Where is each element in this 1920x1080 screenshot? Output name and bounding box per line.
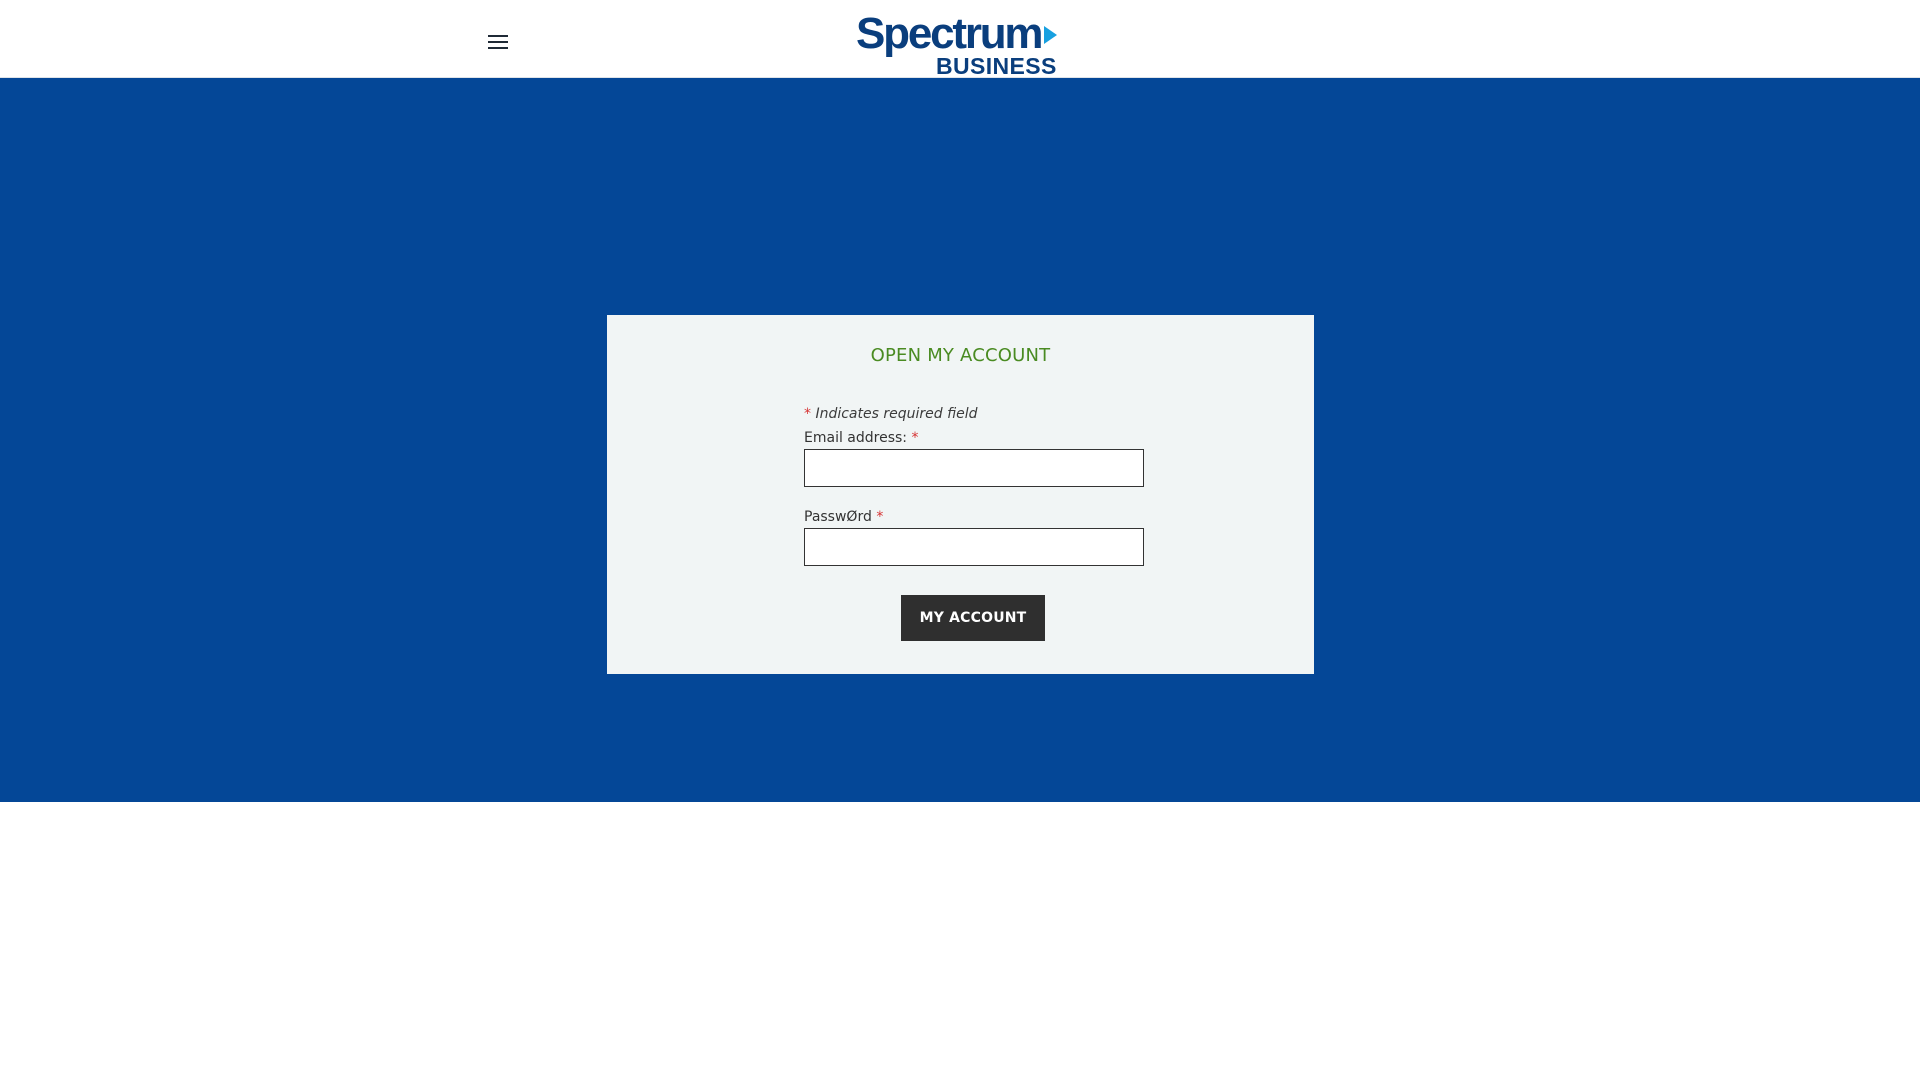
required-note-text: Indicates required field (815, 406, 978, 422)
email-required-asterisk: * (911, 430, 919, 446)
password-label: PasswØrd * (804, 508, 1144, 528)
email-label-text: Email address: (804, 430, 908, 446)
logo-wordmark: Spectrum (856, 9, 1044, 58)
password-required-asterisk: * (876, 509, 884, 525)
required-field-note: * Indicates required field (804, 405, 1144, 429)
card-title: OPEN MY ACCOUNT (870, 345, 1051, 366)
logo-arrow-icon (1044, 26, 1057, 44)
my-account-button[interactable]: MY ACCOUNT (901, 595, 1045, 641)
login-card: OPEN MY ACCOUNT * Indicates required fie… (607, 315, 1314, 674)
top-navigation-bar: Spectrum BUSINESS (0, 0, 1920, 78)
hero-section: OPEN MY ACCOUNT * Indicates required fie… (0, 78, 1920, 802)
email-field[interactable] (804, 449, 1144, 487)
required-asterisk: * (804, 406, 811, 422)
email-label: Email address: * (804, 429, 1144, 449)
logo-subtitle: BUSINESS (936, 53, 1057, 79)
spectrum-business-logo[interactable]: Spectrum BUSINESS (856, 9, 1066, 78)
password-field[interactable] (804, 528, 1144, 566)
hamburger-menu-icon[interactable] (488, 32, 514, 54)
login-form: * Indicates required field Email address… (804, 405, 1144, 566)
password-label-text: PasswØrd (804, 509, 872, 525)
